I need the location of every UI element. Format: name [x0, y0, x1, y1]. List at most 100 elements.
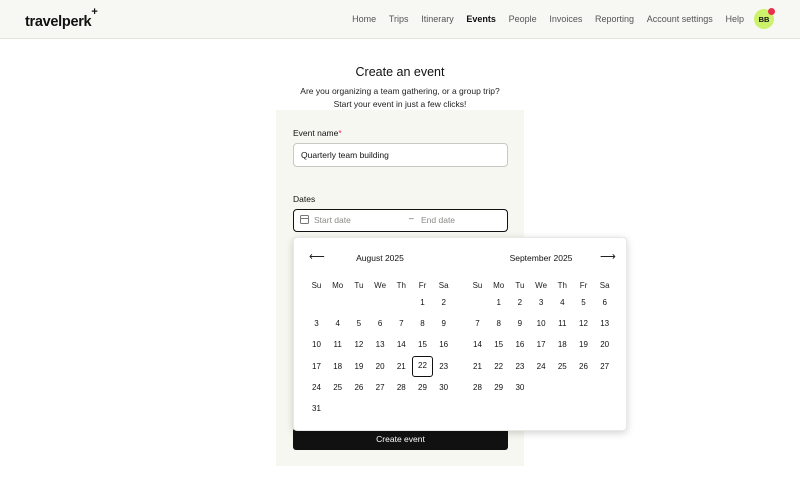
calendar-day[interactable]: 7 — [467, 313, 488, 334]
weekday-header: Fr — [579, 281, 588, 290]
calendar-day[interactable]: 11 — [327, 334, 348, 355]
calendar-day[interactable]: 30 — [433, 377, 454, 398]
weekday-header: Fr — [418, 281, 427, 290]
calendar-day[interactable]: 12 — [573, 313, 594, 334]
calendar-day[interactable]: 23 — [433, 356, 454, 377]
nav-home[interactable]: Home — [352, 14, 376, 24]
weekday-header: Sa — [599, 281, 610, 290]
required-mark: * — [338, 128, 342, 138]
date-range-input[interactable]: Start date – End date — [293, 209, 508, 232]
calendar-day[interactable]: 1 — [488, 292, 509, 313]
nav-invoices[interactable]: Invoices — [549, 14, 582, 24]
calendar-day[interactable]: 30 — [509, 377, 530, 398]
calendar-day[interactable]: 19 — [573, 334, 594, 355]
month-title: August 2025 — [356, 253, 404, 263]
calendar-day[interactable]: 20 — [370, 356, 391, 377]
start-date-field[interactable]: Start date — [314, 215, 351, 225]
calendar-day[interactable]: 27 — [370, 377, 391, 398]
calendar-day[interactable]: 11 — [552, 313, 573, 334]
calendar-day[interactable]: 14 — [391, 334, 412, 355]
weekday-header: Su — [311, 281, 322, 290]
calendar-day[interactable]: 1 — [412, 292, 433, 313]
calendar-day[interactable]: 6 — [594, 292, 615, 313]
calendar-day[interactable]: 8 — [412, 313, 433, 334]
weekday-header: Mo — [493, 281, 505, 290]
calendar-day[interactable]: 27 — [594, 356, 615, 377]
calendar-day[interactable]: 10 — [531, 313, 552, 334]
calendar-day[interactable]: 24 — [306, 377, 327, 398]
calendar-day[interactable]: 17 — [306, 356, 327, 377]
calendar-day[interactable]: 26 — [348, 377, 369, 398]
calendar-day[interactable]: 28 — [391, 377, 412, 398]
calendar-day[interactable]: 19 — [348, 356, 369, 377]
nav-people[interactable]: People — [509, 14, 537, 24]
calendar-day[interactable]: 20 — [594, 334, 615, 355]
nav-help[interactable]: Help — [725, 14, 744, 24]
calendar-day[interactable]: 29 — [412, 377, 433, 398]
calendar-day[interactable]: 9 — [433, 313, 454, 334]
calendar-day[interactable]: 9 — [509, 313, 530, 334]
calendar-day[interactable]: 17 — [531, 334, 552, 355]
event-name-input[interactable]: Quarterly team building — [293, 143, 508, 167]
weekday-header: We — [535, 281, 548, 290]
weekday-header: Sa — [438, 281, 449, 290]
calendar-day[interactable]: 2 — [433, 292, 454, 313]
calendar-day[interactable]: 14 — [467, 334, 488, 355]
calendar-day[interactable]: 15 — [412, 334, 433, 355]
subtitle-line-1: Are you organizing a team gathering, or … — [300, 86, 500, 96]
weekday-header: We — [374, 281, 387, 290]
notification-dot — [768, 8, 775, 15]
calendar-day[interactable]: 3 — [531, 292, 552, 313]
calendar-day[interactable]: 16 — [509, 334, 530, 355]
calendar-day[interactable]: 24 — [531, 356, 552, 377]
weekday-header: Th — [396, 281, 406, 290]
calendar-day[interactable]: 18 — [327, 356, 348, 377]
calendar-day[interactable]: 29 — [488, 377, 509, 398]
weekday-header: Tu — [354, 281, 364, 290]
calendar-day[interactable]: 23 — [509, 356, 530, 377]
date-range-dash: – — [409, 213, 414, 223]
calendar-day-selected[interactable]: 22 — [412, 355, 433, 377]
travelperk-logo[interactable]: travelperk+ — [25, 6, 98, 30]
calendar-day[interactable]: 18 — [552, 334, 573, 355]
top-navigation-bar: travelperk+ Home Trips Itinerary Events … — [0, 0, 800, 39]
nav-events[interactable]: Events — [466, 14, 496, 24]
nav-itinerary[interactable]: Itinerary — [421, 14, 454, 24]
calendar-day[interactable]: 8 — [488, 313, 509, 334]
calendar-icon — [300, 215, 309, 224]
create-event-button[interactable]: Create event — [293, 428, 508, 450]
calendar-day[interactable]: 6 — [370, 313, 391, 334]
main-nav: Home Trips Itinerary Events People Invoi… — [339, 0, 744, 38]
calendar-day[interactable]: 21 — [391, 356, 412, 377]
date-picker-popup: ⟵ ⟶ August 2025 Su Mo Tu We Th Fr Sa 1 2 3 4 5 6 7 8 9 10… — [293, 237, 627, 431]
calendar-day[interactable]: 10 — [306, 334, 327, 355]
nav-account-settings[interactable]: Account settings — [647, 14, 713, 24]
calendar-day[interactable]: 22 — [488, 356, 509, 377]
nav-reporting[interactable]: Reporting — [595, 14, 634, 24]
weekday-header: Th — [557, 281, 567, 290]
page-title: Create an event — [355, 65, 445, 79]
calendar-day[interactable]: 13 — [594, 313, 615, 334]
end-date-field[interactable]: End date — [421, 215, 455, 225]
calendar-day[interactable]: 15 — [488, 334, 509, 355]
calendar-day[interactable]: 25 — [327, 377, 348, 398]
page-subtitle: Are you organizing a team gathering, or … — [0, 85, 800, 111]
calendar-day[interactable]: 26 — [573, 356, 594, 377]
calendar-day[interactable]: 31 — [306, 398, 327, 419]
calendar-day[interactable]: 12 — [348, 334, 369, 355]
calendar-day[interactable]: 13 — [370, 334, 391, 355]
calendar-day[interactable]: 3 — [306, 313, 327, 334]
month-title: September 2025 — [509, 253, 573, 263]
calendar-day[interactable]: 25 — [552, 356, 573, 377]
calendar-day[interactable]: 5 — [348, 313, 369, 334]
calendar-day[interactable]: 4 — [552, 292, 573, 313]
nav-trips[interactable]: Trips — [389, 14, 409, 24]
calendar-day[interactable]: 21 — [467, 356, 488, 377]
calendar-day[interactable]: 5 — [573, 292, 594, 313]
dates-label: Dates — [293, 194, 316, 204]
calendar-day[interactable]: 7 — [391, 313, 412, 334]
calendar-day[interactable]: 2 — [509, 292, 530, 313]
calendar-day[interactable]: 28 — [467, 377, 488, 398]
calendar-day[interactable]: 16 — [433, 334, 454, 355]
calendar-day[interactable]: 4 — [327, 313, 348, 334]
